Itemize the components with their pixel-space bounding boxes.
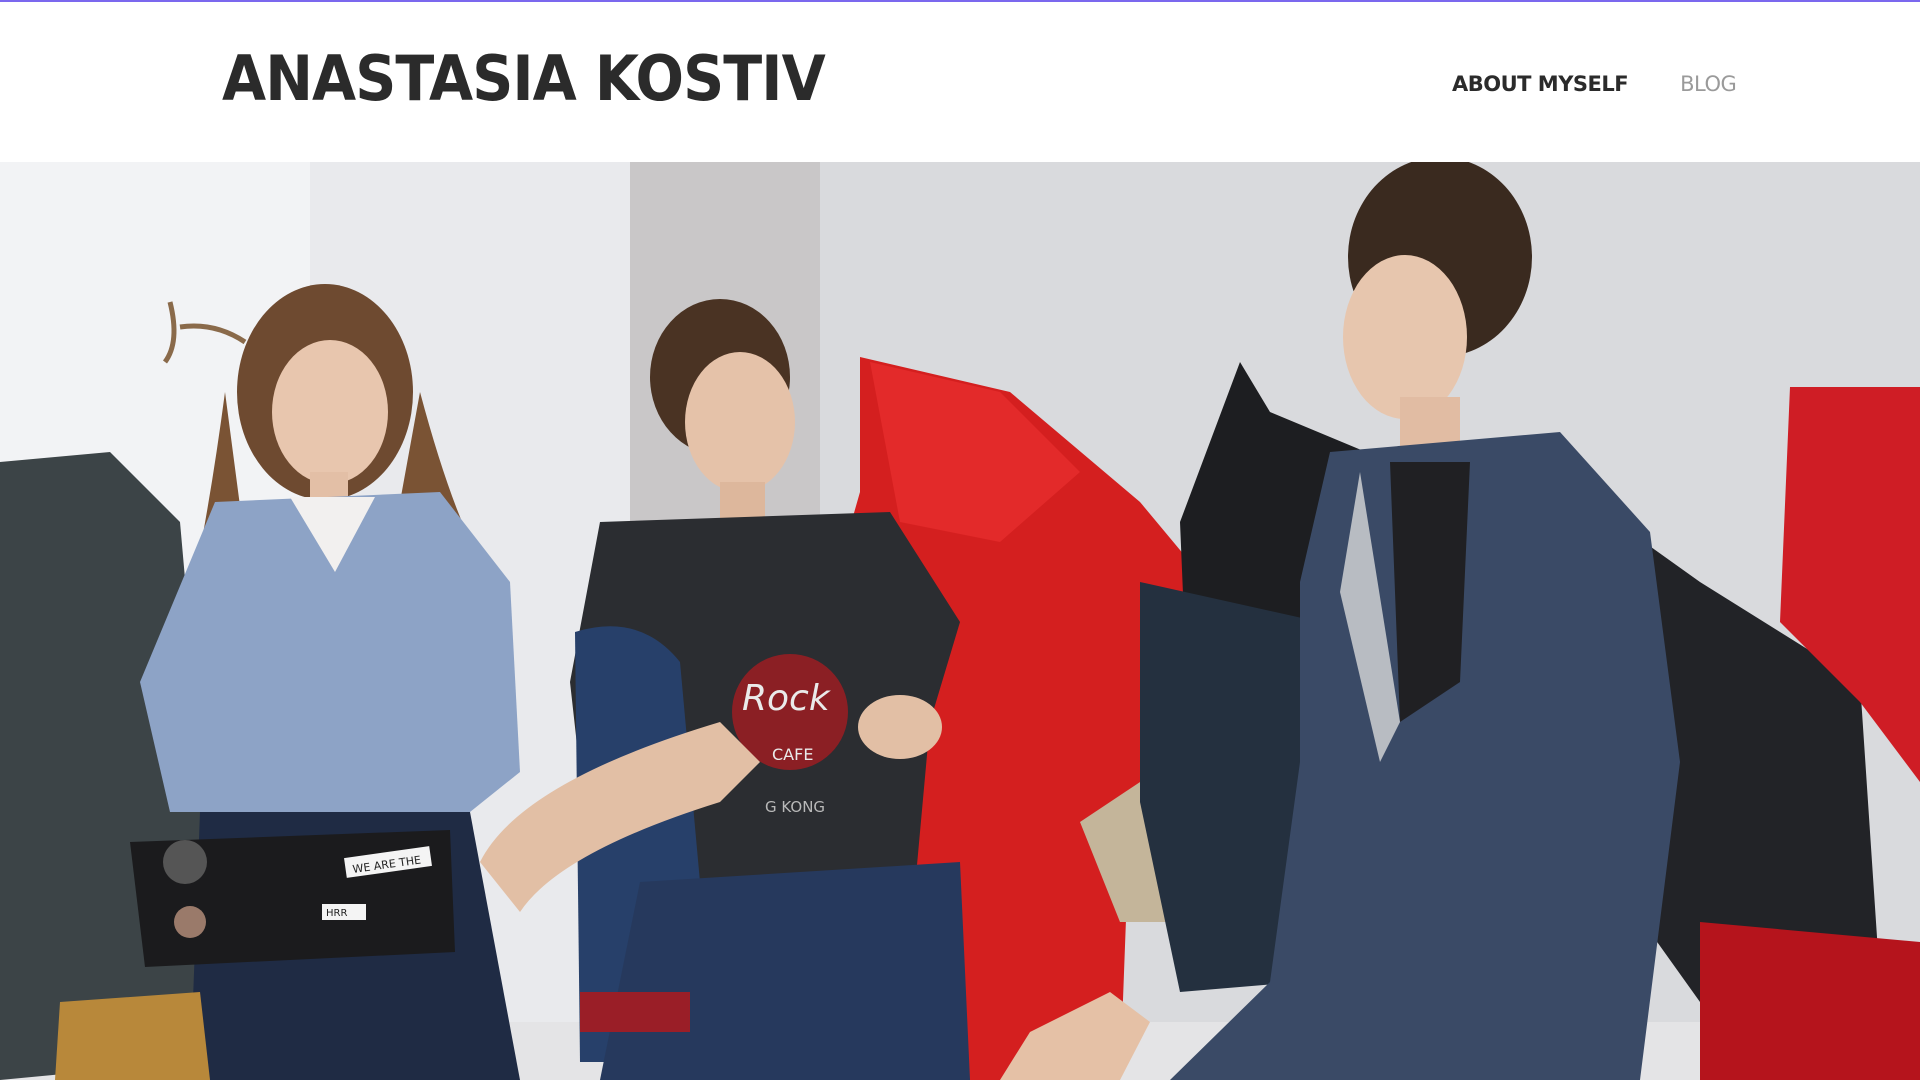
laptop-sticker-text-2: HRR: [326, 908, 347, 919]
nav-item-blog[interactable]: BLOG: [1680, 72, 1737, 96]
site-header: ANASTASIA KOSTIV ABOUT MYSELF BLOG: [0, 2, 1920, 162]
shirt-print-text-3: G KONG: [765, 798, 825, 816]
hero-image: WE ARE THE HRR Rock CAFE G KONG: [0, 162, 1920, 1080]
main-nav: ABOUT MYSELF BLOG: [1452, 72, 1737, 96]
shirt-print-text-1: Rock: [742, 678, 832, 719]
nav-item-about-myself[interactable]: ABOUT MYSELF: [1452, 72, 1629, 96]
shirt-print-text-2: CAFE: [772, 745, 813, 764]
hero-photo-illustration: WE ARE THE HRR Rock CAFE G KONG: [0, 162, 1920, 1080]
site-title-link[interactable]: ANASTASIA KOSTIV: [222, 42, 826, 115]
